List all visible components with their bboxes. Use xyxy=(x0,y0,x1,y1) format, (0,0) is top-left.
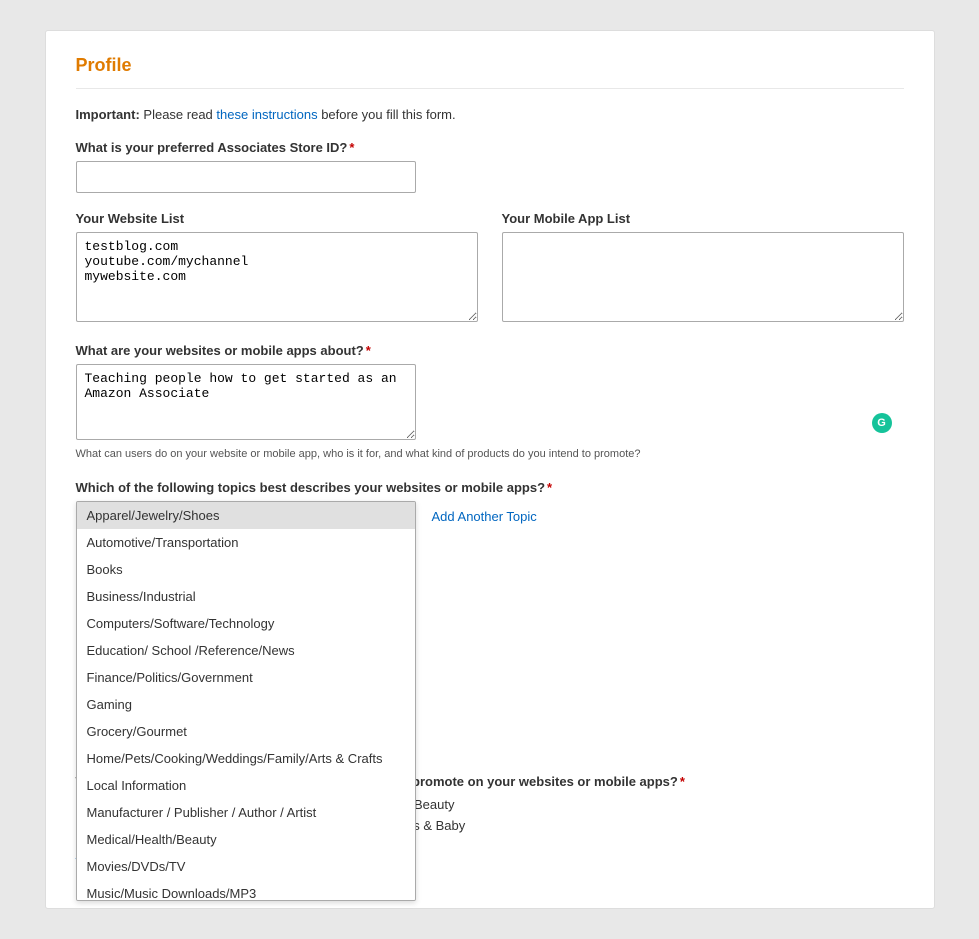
topic-option-11[interactable]: Manufacturer / Publisher / Author / Arti… xyxy=(77,799,415,826)
store-id-section: What is your preferred Associates Store … xyxy=(76,140,904,193)
required-star-4: * xyxy=(680,774,685,789)
website-about-label: What are your websites or mobile apps ab… xyxy=(76,343,904,358)
about-textarea-wrapper: Teaching people how to get started as an… xyxy=(76,364,904,443)
important-text-after: before you fill this form. xyxy=(321,107,455,122)
topic-option-5[interactable]: Education/ School /Reference/News xyxy=(77,637,415,664)
website-list-col: Your Website List testblog.com youtube.c… xyxy=(76,211,478,325)
topic-option-9[interactable]: Home/Pets/Cooking/Weddings/Family/Arts &… xyxy=(77,745,415,772)
mobile-app-list-col: Your Mobile App List xyxy=(502,211,904,325)
website-about-input[interactable]: Teaching people how to get started as an… xyxy=(76,364,416,440)
topic-option-7[interactable]: Gaming xyxy=(77,691,415,718)
website-list-input[interactable]: testblog.com youtube.com/mychannel myweb… xyxy=(76,232,478,322)
topics-row: Apparel/Jewelry/ShoesAutomotive/Transpor… xyxy=(76,501,904,524)
topic-option-10[interactable]: Local Information xyxy=(77,772,415,799)
instructions-link[interactable]: these instructions xyxy=(216,107,317,122)
topic-option-4[interactable]: Computers/Software/Technology xyxy=(77,610,415,637)
lists-section: Your Website List testblog.com youtube.c… xyxy=(76,211,904,325)
grammarly-icon: G xyxy=(872,413,892,433)
profile-form: Profile Important: Please read these ins… xyxy=(45,30,935,909)
topics-label: Which of the following topics best descr… xyxy=(76,480,904,495)
mobile-app-list-label: Your Mobile App List xyxy=(502,211,904,226)
important-note: Important: Please read these instruction… xyxy=(76,107,904,122)
website-about-section: What are your websites or mobile apps ab… xyxy=(76,343,904,462)
profile-title: Profile xyxy=(76,55,904,89)
topic-option-14[interactable]: Music/Music Downloads/MP3 xyxy=(77,880,415,901)
website-list-label: Your Website List xyxy=(76,211,478,226)
topic-option-8[interactable]: Grocery/Gourmet xyxy=(77,718,415,745)
topic-option-6[interactable]: Finance/Politics/Government xyxy=(77,664,415,691)
topic-option-3[interactable]: Business/Industrial xyxy=(77,583,415,610)
topic-option-2[interactable]: Books xyxy=(77,556,415,583)
store-id-input[interactable] xyxy=(76,161,416,193)
mobile-app-list-input[interactable] xyxy=(502,232,904,322)
topic-option-12[interactable]: Medical/Health/Beauty xyxy=(77,826,415,853)
important-label: Important: xyxy=(76,107,140,122)
topics-dropdown-list: Apparel/Jewelry/ShoesAutomotive/Transpor… xyxy=(76,501,416,901)
required-star: * xyxy=(349,140,354,155)
store-id-label: What is your preferred Associates Store … xyxy=(76,140,904,155)
website-about-hint: What can users do on your website or mob… xyxy=(76,447,904,462)
required-star-2: * xyxy=(366,343,371,358)
topic-option-1[interactable]: Automotive/Transportation xyxy=(77,529,415,556)
important-text-before: Please read xyxy=(143,107,216,122)
topics-section: Which of the following topics best descr… xyxy=(76,480,904,524)
required-star-3: * xyxy=(547,480,552,495)
add-topic-link[interactable]: Add Another Topic xyxy=(432,509,537,524)
topic-option-0[interactable]: Apparel/Jewelry/Shoes xyxy=(77,502,415,529)
topic-option-13[interactable]: Movies/DVDs/TV xyxy=(77,853,415,880)
